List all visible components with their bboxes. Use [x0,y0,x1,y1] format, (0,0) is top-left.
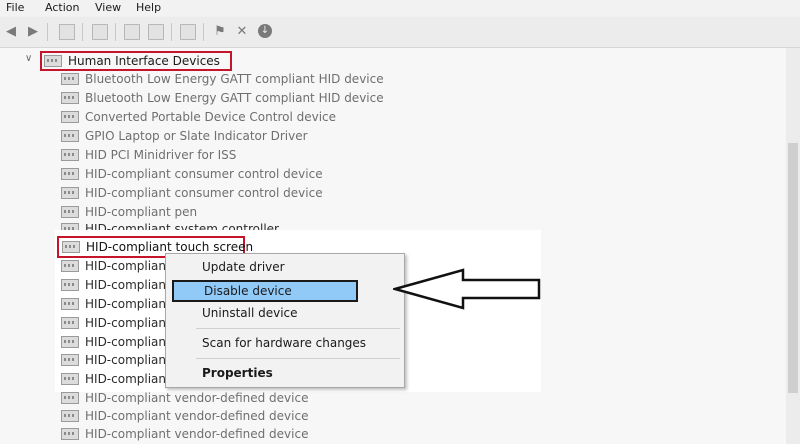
tree-item-label: HID-compliant [85,316,171,330]
tree-item[interactable]: HID-compliant vendor-defined device [61,389,308,407]
tree-item[interactable]: HID-compliant vendor-defined device [61,425,308,443]
tree-item[interactable]: HID-compliant [61,295,171,313]
tree-item-label: Converted Portable Device Control device [85,110,337,124]
toolbar: ◀ ▶ ⚑ ✕ ↓ [0,17,800,48]
hid-device-icon [62,240,80,253]
menu-item-properties[interactable]: Properties [202,366,273,380]
tree-item-label: HID-compliant pen [85,205,198,219]
toolbar-separator [115,23,116,41]
tree-item[interactable]: HID-compliant [61,333,171,351]
hid-device-icon [61,409,79,422]
tree-item-label: HID-compliant touch screen [86,240,254,254]
forward-arrow-icon[interactable]: ▶ [25,24,41,40]
properties-icon[interactable] [92,24,108,40]
hid-device-icon [61,205,79,218]
context-menu: Update driver Disable device Uninstall d… [165,253,405,388]
hid-device-icon [61,72,79,85]
tree-item[interactable]: HID-compliant [61,257,171,275]
hid-device-icon [61,353,79,366]
tree-item[interactable]: Bluetooth Low Energy GATT compliant HID … [61,70,384,88]
tree-item[interactable]: HID-compliant [61,276,171,294]
tree-item[interactable]: HID-compliant pen [61,203,197,221]
menu-item-disable-device[interactable]: Disable device [172,280,358,302]
tree-item-label: HID-compliant [85,353,171,367]
uninstall-icon[interactable]: ✕ [234,24,250,40]
hid-device-icon [61,91,79,104]
menu-view[interactable]: View [95,1,121,14]
disable-device-icon[interactable]: ↓ [258,24,272,38]
hid-device-icon [61,316,79,329]
tree-item-label: HID PCI Minidriver for ISS [85,148,237,162]
tree-item[interactable]: HID-compliant [61,314,171,332]
menu-separator [196,328,400,329]
tree-item-label: HID-compliant consumer control device [85,167,323,181]
hid-device-icon [61,110,79,123]
hid-device-icon [61,259,79,272]
tree-item-label: GPIO Laptop or Slate Indicator Driver [85,129,308,143]
hid-device-icon [44,54,62,67]
toolbar-separator [203,23,204,41]
hid-device-icon [61,335,79,348]
tree-item[interactable]: HID-compliant consumer control device [61,184,323,202]
tree-item-label: HID-compliant [85,297,171,311]
tree-item[interactable]: HID-compliant [61,370,171,388]
hid-device-icon [61,167,79,180]
chevron-down-icon[interactable]: ∨ [25,53,32,64]
menu-help[interactable]: Help [136,1,161,14]
menu-separator [196,358,400,359]
toolbar-separator [82,23,83,41]
menu-item-scan-hardware[interactable]: Scan for hardware changes [202,336,366,350]
tree-item[interactable]: GPIO Laptop or Slate Indicator Driver [61,127,308,145]
tree-item[interactable]: HID-compliant vendor-defined device [61,407,308,425]
menu-bar: File Action View Help [0,0,800,16]
tree-item[interactable]: Bluetooth Low Energy GATT compliant HID … [61,89,384,107]
tree-item-label: HID-compliant consumer control device [85,186,323,200]
hid-device-icon [61,278,79,291]
tree-item-label: HID-compliant [85,372,171,386]
hid-device-icon [61,427,79,440]
toolbar-separator [47,23,48,41]
tree-item[interactable]: HID PCI Minidriver for ISS [61,146,236,164]
vertical-scrollbar[interactable] [786,48,800,444]
tree-item-label: HID-compliant vendor-defined device [85,409,309,423]
tree-item[interactable]: Converted Portable Device Control device [61,108,336,126]
tree-item-label: HID-compliant vendor-defined device [85,427,309,441]
menu-item-uninstall-device[interactable]: Uninstall device [202,306,298,320]
tree-item[interactable]: HID-compliant consumer control device [61,165,323,183]
update-driver-icon[interactable]: ⚑ [212,24,228,40]
show-hide-console-tree-icon[interactable] [59,24,75,40]
scrollbar-thumb[interactable] [788,143,798,393]
pointer-arrow-icon [393,268,541,310]
tree-item-label: HID-compliant [85,335,171,349]
category-label: Human Interface Devices [68,54,220,68]
tree-item-label: HID-compliant [85,259,171,273]
tree-item-label: HID-compliant [85,278,171,292]
hid-device-icon [61,148,79,161]
back-arrow-icon[interactable]: ◀ [3,24,19,40]
help-icon[interactable] [124,24,140,40]
tree-item-label: HID-compliant vendor-defined device [85,391,309,405]
hid-device-icon [61,391,79,404]
tree-item-label: Bluetooth Low Energy GATT compliant HID … [85,91,384,105]
monitor-icon[interactable] [180,24,196,40]
hid-device-icon [61,297,79,310]
tree-item-label: Bluetooth Low Energy GATT compliant HID … [85,72,384,86]
menu-file[interactable]: File [6,1,24,14]
menu-action[interactable]: Action [45,1,79,14]
toolbar-separator [171,23,172,41]
menu-item-update-driver[interactable]: Update driver [202,260,285,274]
tree-item[interactable]: HID-compliant [61,351,171,369]
hid-device-icon [61,372,79,385]
hid-device-icon [61,186,79,199]
hid-device-icon [61,129,79,142]
scan-hardware-icon[interactable] [148,24,164,40]
category-human-interface-devices[interactable]: Human Interface Devices [40,51,232,71]
